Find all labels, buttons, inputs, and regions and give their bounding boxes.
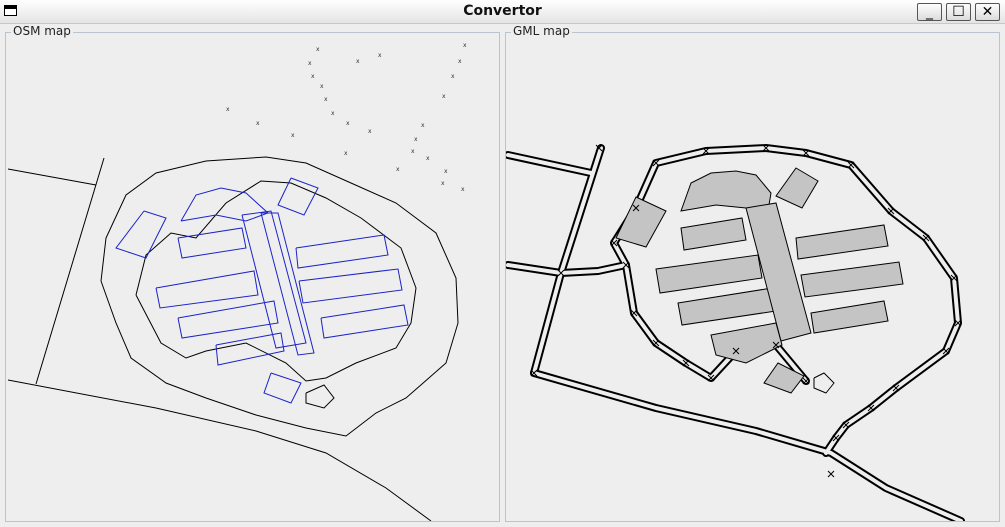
node-marker: x [442, 93, 446, 100]
node-marker: x [316, 46, 320, 53]
gml-building [800, 261, 904, 298]
node-marker: x [368, 128, 372, 135]
node-marker: x [320, 83, 324, 90]
node-marker: x [426, 155, 430, 162]
osm-map-canvas[interactable]: x x x x x x x x x x x x x x x x x x x x … [6, 33, 499, 521]
gml-building [710, 322, 783, 364]
gml-building [615, 196, 667, 248]
close-button[interactable]: ✕ [975, 3, 1000, 21]
node-marker: x [461, 186, 465, 193]
maximize-icon: ☐ [952, 4, 965, 20]
gml-road-outline [530, 369, 965, 521]
osm-building [263, 372, 302, 404]
gml-road-fill [506, 153, 593, 175]
close-icon: ✕ [981, 4, 994, 20]
gml-building [680, 217, 747, 251]
node-marker: x [414, 136, 418, 143]
node-marker: x [441, 180, 445, 187]
osm-building [177, 227, 247, 259]
gml-road-fill [532, 271, 563, 375]
gml-building [655, 254, 763, 294]
minimize-button[interactable]: _ [917, 3, 942, 21]
title-bar[interactable]: Convertor _ ☐ ✕ [0, 0, 1005, 24]
osm-building [298, 268, 403, 304]
node-marker: x [451, 73, 455, 80]
osm-building [155, 270, 259, 309]
osm-building [115, 210, 167, 259]
node-marker: x [308, 60, 312, 67]
node-marker [827, 470, 835, 478]
node-marker: x [378, 52, 382, 59]
gml-building [795, 224, 889, 260]
node-marker: x [331, 110, 335, 117]
node-marker: x [256, 120, 260, 127]
maximize-button[interactable]: ☐ [946, 3, 971, 21]
node-marker: x [463, 42, 467, 49]
gml-building [810, 300, 889, 334]
node-marker: x [324, 96, 328, 103]
osm-building [177, 300, 279, 339]
minimize-icon: _ [926, 4, 933, 20]
osm-building [260, 212, 315, 356]
node-marker: x [421, 122, 425, 129]
osm-road [35, 157, 105, 385]
window-title: Convertor [463, 3, 542, 19]
node-marker: x [291, 132, 295, 139]
osm-building [320, 304, 409, 339]
node-marker: x [226, 106, 230, 113]
node-marker: x [346, 120, 350, 127]
osm-map-panel: OSM map x x x x x x x x x x x x x x x x … [5, 24, 500, 522]
gml-building [680, 170, 772, 212]
osm-building [277, 177, 319, 216]
gml-building [677, 287, 777, 326]
gml-building [775, 167, 819, 209]
node-marker: x [356, 58, 360, 65]
node-marker: x [444, 168, 448, 175]
osm-road [100, 156, 459, 437]
node-marker: x [396, 166, 400, 173]
osm-building [295, 234, 389, 269]
gml-map-canvas[interactable] [506, 33, 999, 521]
osm-road [7, 168, 97, 186]
node-marker: x [411, 148, 415, 155]
gml-map-panel: GML map [505, 24, 1000, 522]
osm-road [305, 384, 335, 409]
osm-road [7, 379, 432, 521]
node-marker: x [458, 58, 462, 65]
osm-road [135, 180, 417, 382]
node-marker: x [311, 73, 315, 80]
node-marker: x [344, 150, 348, 157]
gml-road-outline [813, 372, 835, 394]
